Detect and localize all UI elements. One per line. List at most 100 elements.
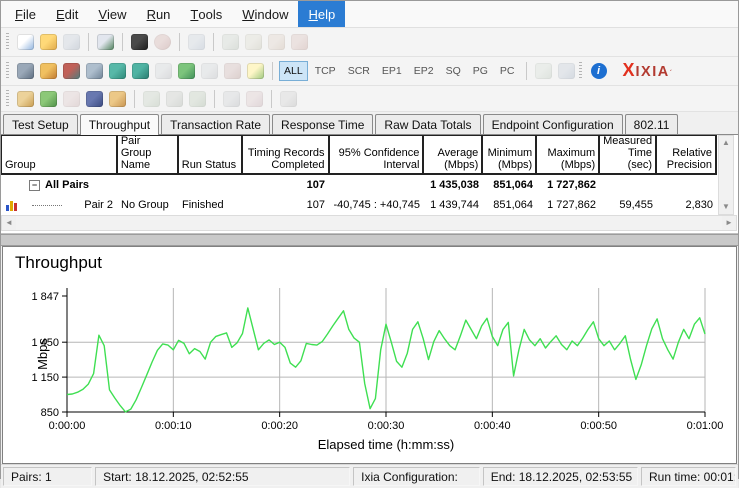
table-header-row: GroupPair GroupNameRun StatusTiming Reco…	[1, 135, 717, 175]
pane-splitter[interactable]	[1, 234, 738, 246]
add-vpn-pair-icon[interactable]	[63, 63, 80, 79]
column-header-maximum[interactable]: Maximum(Mbps)	[537, 136, 600, 175]
filter-button-pc[interactable]: PC	[495, 61, 520, 81]
toolbar-gripper	[6, 90, 9, 108]
toolbar-separator	[134, 90, 135, 108]
table-row-pair[interactable]: Pair 2No GroupFinished107-40,745 : +40,7…	[1, 195, 717, 215]
x-axis-label: Elapsed time (h:mm:ss)	[318, 437, 455, 452]
tab-raw-data-totals[interactable]: Raw Data Totals	[375, 114, 480, 134]
add-hardware-pair-icon[interactable]	[109, 63, 126, 79]
column-header-relative[interactable]: RelativePrecision	[657, 136, 717, 175]
filter-button-ep2[interactable]: EP2	[409, 61, 439, 81]
toolbar-separator	[214, 90, 215, 108]
column-header-95-confidence[interactable]: 95% ConfidenceInterval	[330, 136, 425, 175]
filter-button-scr[interactable]: SCR	[343, 61, 375, 81]
print-icon[interactable]	[97, 34, 114, 50]
column-header-minimum[interactable]: Minimum(Mbps)	[483, 136, 537, 175]
add-pair-icon[interactable]	[17, 63, 34, 79]
toolbar-separator	[179, 33, 180, 51]
filter-button-pg[interactable]: PG	[468, 61, 493, 81]
toolbar-separator	[526, 62, 527, 80]
cell-average: 1 435,038	[424, 179, 483, 191]
ixia-logo-mark: ´	[670, 69, 673, 78]
menu-item-file[interactable]: File	[5, 1, 46, 27]
toolbar-pairs: ALLTCPSCREP1EP2SQPGPC i XIXIA´	[1, 57, 738, 86]
move-pair-icon[interactable]	[109, 91, 126, 107]
filter-button-tcp[interactable]: TCP	[310, 61, 341, 81]
tab-throughput[interactable]: Throughput	[80, 114, 159, 135]
copy-pair-icon[interactable]	[17, 91, 34, 107]
cell-timing-records: 107	[242, 179, 329, 191]
tab-response-time[interactable]: Response Time	[272, 114, 373, 134]
cell-run-status: Finished	[178, 199, 242, 211]
toolbar-gripper	[6, 62, 9, 80]
throughput-chart: 8501 1501 4501 8470:00:000:00:100:00:200…	[3, 274, 739, 463]
group-cell: Pair 2	[1, 199, 117, 211]
column-header-measured[interactable]: MeasuredTime (sec)	[600, 136, 657, 175]
cell-maximum: 1 727,862	[537, 199, 600, 211]
add-voip-pair-icon[interactable]	[132, 63, 149, 79]
scroll-up-icon[interactable]: ▲	[719, 136, 733, 150]
archive-icon	[558, 63, 575, 79]
collapse-icon[interactable]: −	[29, 180, 40, 191]
menu-item-tools[interactable]: Tools	[180, 1, 232, 27]
scroll-left-icon[interactable]: ◄	[2, 216, 16, 230]
cell-relative: 2,830	[657, 199, 717, 211]
column-header-pair-group[interactable]: Pair GroupName	[118, 136, 179, 175]
cell-minimum: 851,064	[483, 179, 537, 191]
scroll-down-icon[interactable]: ▼	[719, 200, 733, 214]
paste-pair-icon[interactable]	[40, 91, 57, 107]
y-tick-label: 1 847	[31, 291, 59, 303]
filter-button-sq[interactable]: SQ	[441, 61, 466, 81]
stop-test-icon	[154, 34, 171, 50]
ixia-logo: XIXIA´	[623, 62, 673, 80]
column-header-group[interactable]: Group	[2, 136, 118, 175]
unlock-pairs-icon	[246, 91, 263, 107]
y-tick-label: 850	[41, 407, 59, 419]
add-multiple-pairs-icon[interactable]	[40, 63, 57, 79]
pair-label: Pair 2	[84, 199, 115, 211]
tab-transaction-rate[interactable]: Transaction Rate	[161, 114, 270, 134]
edit-disabled-icon	[201, 63, 218, 79]
pair-chart-icon[interactable]	[6, 199, 17, 211]
menu-item-run[interactable]: Run	[137, 1, 181, 27]
new-test-icon[interactable]	[17, 34, 34, 50]
x-tick-label: 0:01:00	[687, 420, 724, 432]
menu-item-edit[interactable]: Edit	[46, 1, 88, 27]
toolbar-standard	[1, 28, 738, 57]
swap-endpoints-icon[interactable]	[247, 63, 264, 79]
toolbar-edit	[1, 86, 738, 112]
disconnect-pairs-icon	[166, 91, 183, 107]
table-row-all-pairs[interactable]: −All Pairs1071 435,038851,0641 727,862	[1, 175, 717, 195]
cell-minimum: 851,064	[483, 199, 537, 211]
vertical-scrollbar[interactable]: ▲ ▼	[718, 135, 734, 215]
tab-test-setup[interactable]: Test Setup	[3, 114, 78, 134]
y-axis-label: Mbps	[35, 338, 50, 370]
menu-item-window[interactable]: Window	[232, 1, 298, 27]
app-window: FileEditViewRunToolsWindowHelp ALLTCPSCR…	[0, 0, 739, 479]
status-segment-1: Start: 18.12.2025, 02:52:55	[95, 467, 350, 486]
add-multicast-group-icon[interactable]	[86, 63, 103, 79]
menu-item-view[interactable]: View	[88, 1, 136, 27]
filter-button-ep1[interactable]: EP1	[377, 61, 407, 81]
replicate-pair-icon[interactable]	[86, 91, 103, 107]
menu-bar: FileEditViewRunToolsWindowHelp	[1, 1, 738, 28]
tab-endpoint-configuration[interactable]: Endpoint Configuration	[483, 114, 623, 134]
open-test-icon[interactable]	[40, 34, 57, 50]
cell-maximum: 1 727,862	[537, 179, 600, 191]
tab-802-11[interactable]: 802.11	[625, 114, 679, 134]
run-test-icon[interactable]	[131, 34, 148, 50]
scroll-right-icon[interactable]: ►	[722, 216, 736, 230]
column-header-run-status[interactable]: Run Status	[179, 136, 243, 175]
menu-item-help[interactable]: Help	[298, 1, 345, 27]
column-header-average[interactable]: Average(Mbps)	[424, 136, 483, 175]
column-header-timing-records[interactable]: Timing RecordsCompleted	[243, 136, 330, 175]
edit-pair-icon[interactable]	[178, 63, 195, 79]
cell-95-confidence: -40,745 : +40,745	[329, 199, 424, 211]
results-table-area: GroupPair GroupNameRun StatusTiming Reco…	[1, 135, 738, 234]
horizontal-scrollbar[interactable]: ◄ ►	[1, 215, 737, 231]
settings-icon	[280, 91, 297, 107]
y-tick-label: 1 150	[31, 372, 59, 384]
filter-button-all[interactable]: ALL	[279, 61, 308, 81]
info-icon[interactable]: i	[591, 63, 607, 79]
